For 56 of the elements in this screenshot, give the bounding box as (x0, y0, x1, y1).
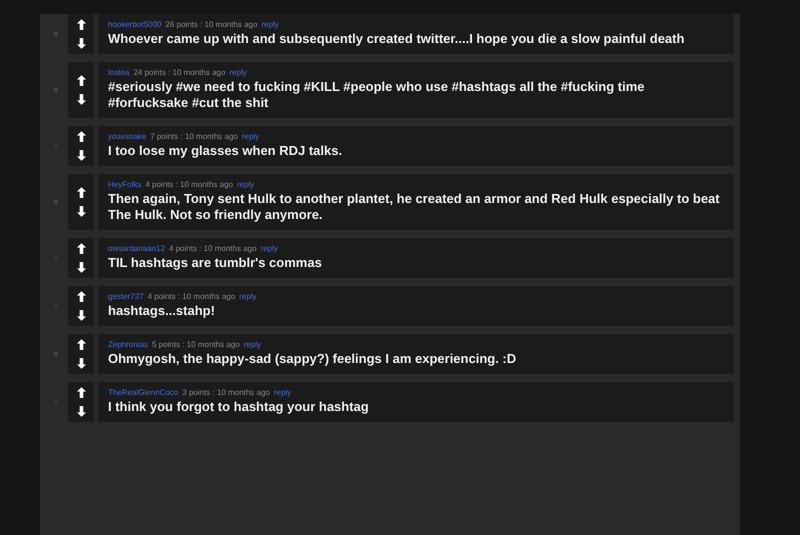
downvote-icon[interactable] (76, 358, 86, 369)
collapse-toggle[interactable]: - (48, 396, 64, 408)
upvote-icon[interactable] (76, 339, 86, 350)
collapse-toggle[interactable]: + (48, 28, 64, 40)
upvote-icon[interactable] (76, 19, 86, 30)
comment-meta: 26 points : 10 months ago (165, 20, 258, 29)
comment-text: Ohmygosh, the happy-sad (sappy?) feelings I am experiencing. :D (108, 351, 518, 367)
username-link[interactable]: yoavsnake (108, 132, 146, 141)
upvote-icon[interactable] (76, 387, 86, 398)
upvote-icon[interactable] (76, 243, 86, 254)
comment-meta: 4 points : 10 months ago (148, 292, 236, 301)
comment-text: Then again, Tony sent Hulk to another plantet, he created an armor and Red Hulk especially to beat The Hulk. Not so friendly anymore. (108, 191, 721, 223)
reply-link[interactable]: reply (229, 68, 247, 77)
reply-link[interactable]: reply (244, 340, 261, 349)
upvote-icon[interactable] (76, 291, 86, 302)
downvote-icon[interactable] (76, 262, 86, 273)
collapse-toggle[interactable]: + (48, 84, 64, 96)
comment-meta: 3 points : 10 months ago (182, 388, 270, 397)
comment-text: TIL hashtags are tumblr's commas (108, 255, 323, 271)
comment-meta: 4 points : 10 months ago (145, 180, 233, 189)
reply-link[interactable]: reply (236, 180, 254, 189)
downvote-icon[interactable] (76, 38, 86, 49)
reply-link[interactable]: reply (242, 132, 260, 141)
comment-text: #seriously #we need to fucking #KILL #people who use #hashtags all the #fucking time #forfucksake #cut the shit (108, 79, 646, 111)
collapse-toggle[interactable]: - (48, 140, 64, 152)
comment-text: I too lose my glasses when RDJ talks. (108, 143, 344, 159)
comment-meta: 4 points : 10 months ago (168, 244, 257, 253)
username-link[interactable]: TheRealGlennCoco (108, 388, 178, 397)
comment-meta: 24 points : 10 months ago (133, 68, 226, 77)
downvote-icon[interactable] (76, 206, 86, 217)
downvote-icon[interactable] (76, 94, 86, 105)
downvote-icon[interactable] (76, 310, 86, 321)
comment-text: I think you forgot to hashtag your hashtag (108, 399, 370, 415)
reply-link[interactable]: reply (239, 292, 257, 301)
reply-link[interactable]: reply (261, 20, 279, 29)
downvote-icon[interactable] (76, 406, 86, 417)
collapse-toggle[interactable]: + (48, 196, 64, 208)
username-link[interactable]: Zephronias (108, 340, 148, 349)
downvote-icon[interactable] (76, 150, 86, 161)
username-link[interactable]: gester737 (108, 292, 144, 301)
collapse-toggle[interactable]: - (48, 300, 64, 312)
username-link[interactable]: lostea (108, 68, 130, 77)
username-link[interactable]: HeyFolks (108, 180, 142, 189)
upvote-icon[interactable] (76, 75, 86, 86)
username-link[interactable]: hookerbot5000 (108, 20, 162, 29)
username-link[interactable]: owsardanaan12 (108, 244, 165, 253)
collapse-toggle[interactable]: + (48, 348, 64, 360)
reply-link[interactable]: reply (260, 244, 278, 253)
comment-text: Whoever came up with and subsequently created twitter....I hope you die a slow painful death (108, 31, 686, 47)
comment-text: hashtags...stahp! (108, 303, 216, 319)
reply-link[interactable]: reply (274, 388, 292, 397)
upvote-icon[interactable] (76, 187, 86, 198)
comment-meta: 5 points : 10 months ago (152, 340, 240, 349)
collapse-toggle[interactable]: - (48, 252, 64, 264)
comment-meta: 7 points : 10 months ago (150, 132, 238, 141)
upvote-icon[interactable] (76, 131, 86, 142)
